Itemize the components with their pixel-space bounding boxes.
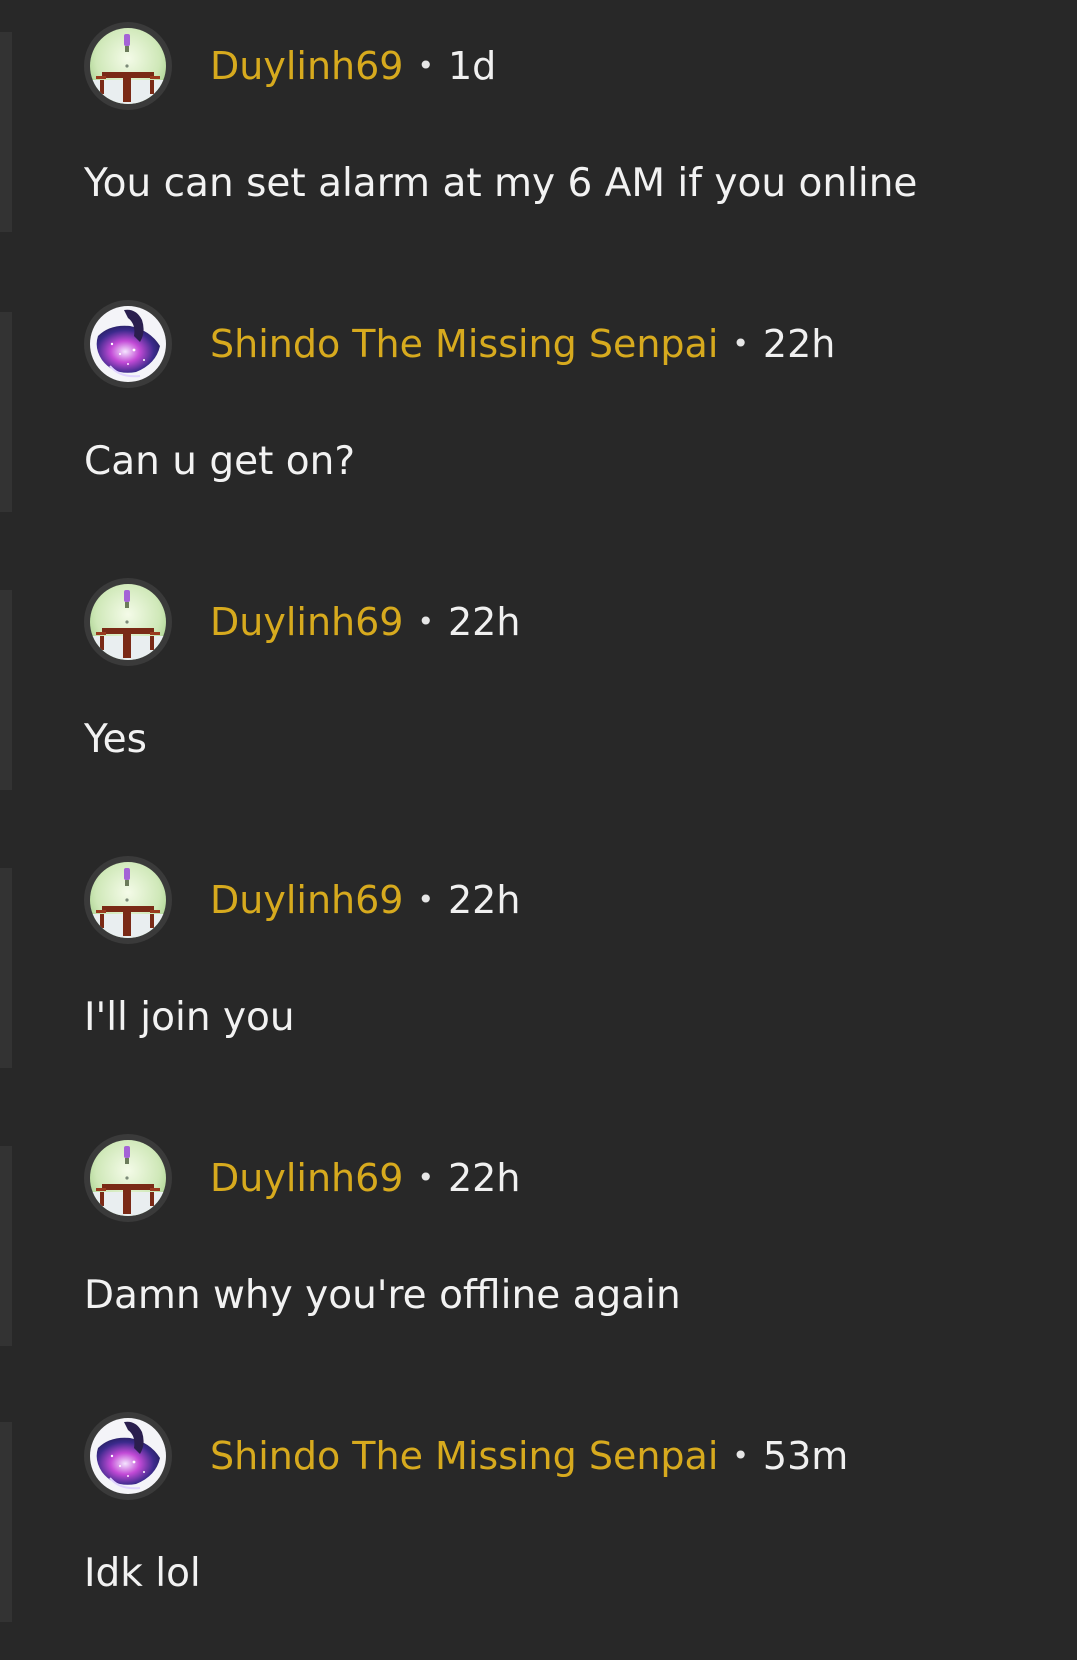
separator-dot: • [417, 883, 434, 916]
username[interactable]: Duylinh69 [210, 1156, 403, 1200]
thread-line[interactable] [0, 312, 12, 512]
thread-line[interactable] [0, 590, 12, 790]
room-avatar-icon [90, 28, 166, 104]
timestamp: 22h [448, 1156, 521, 1200]
comment: Shindo The Missing Senpai • 53m Idk lol [0, 1378, 1077, 1622]
comment-meta: Duylinh69 • 22h [210, 1156, 520, 1200]
comment: Duylinh69 • 22h I'll join you [0, 822, 1077, 1068]
comment-meta: Shindo The Missing Senpai • 53m [210, 1434, 848, 1478]
avatar[interactable] [84, 1134, 172, 1222]
username[interactable]: Duylinh69 [210, 600, 403, 644]
separator-dot: • [417, 605, 434, 638]
comment-meta: Duylinh69 • 22h [210, 600, 520, 644]
thread-line[interactable] [0, 1422, 12, 1622]
galaxy-avatar-icon [90, 306, 166, 382]
comment-meta: Shindo The Missing Senpai • 22h [210, 322, 835, 366]
username[interactable]: Duylinh69 [210, 44, 403, 88]
separator-dot: • [417, 1161, 434, 1194]
comment-text: Yes [84, 717, 147, 762]
avatar[interactable] [84, 856, 172, 944]
timestamp: 22h [448, 878, 521, 922]
avatar[interactable] [84, 578, 172, 666]
galaxy-avatar-icon [90, 1418, 166, 1494]
comment-text: I'll join you [84, 995, 295, 1040]
comment-text: Idk lol [84, 1551, 201, 1596]
comment-thread: Duylinh69 • 1d You can set alarm at my 6 A… [0, 0, 1077, 1660]
timestamp: 22h [762, 322, 836, 366]
thread-line[interactable] [0, 1146, 12, 1346]
room-avatar-icon [90, 584, 166, 660]
thread-line[interactable] [0, 868, 12, 1068]
comment: Duylinh69 • 22h Damn why you're offline ag… [0, 1100, 1077, 1346]
separator-dot: • [732, 327, 749, 360]
comment: Shindo The Missing Senpai • 22h Can u get … [0, 266, 1077, 512]
separator-dot: • [732, 1439, 749, 1472]
timestamp: 1d [448, 44, 497, 88]
separator-dot: • [417, 49, 434, 82]
comment: Duylinh69 • 1d You can set alarm at my 6 A… [0, 0, 1077, 232]
timestamp: 53m [762, 1434, 849, 1478]
comment-text: Damn why you're offline again [84, 1273, 681, 1318]
username[interactable]: Shindo The Missing Senpai [210, 322, 718, 366]
room-avatar-icon [90, 1140, 166, 1216]
username[interactable]: Duylinh69 [210, 878, 403, 922]
room-avatar-icon [90, 862, 166, 938]
comment-text: You can set alarm at my 6 AM if you onli… [84, 161, 918, 206]
comment-text: Can u get on? [84, 439, 356, 484]
avatar[interactable] [84, 300, 172, 388]
comment: Duylinh69 • 22h Yes [0, 544, 1077, 790]
comment-meta: Duylinh69 • 22h [210, 878, 520, 922]
avatar[interactable] [84, 1412, 172, 1500]
timestamp: 22h [448, 600, 521, 644]
avatar[interactable] [84, 22, 172, 110]
thread-line[interactable] [0, 32, 12, 232]
username[interactable]: Shindo The Missing Senpai [210, 1434, 718, 1478]
comment-meta: Duylinh69 • 1d [210, 44, 496, 88]
